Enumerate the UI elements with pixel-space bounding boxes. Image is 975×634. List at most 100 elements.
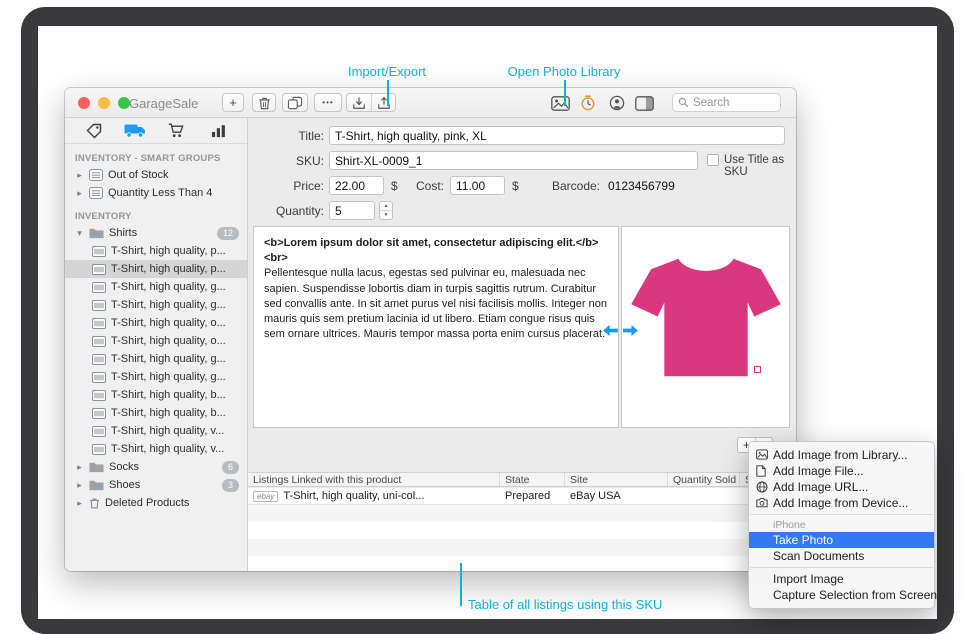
sidebar-item-product[interactable]: T-Shirt, high quality, g...	[65, 278, 247, 296]
annotation-line-listings	[460, 563, 462, 606]
title-label: Title:	[248, 129, 324, 143]
listing-site: eBay USA	[565, 488, 668, 504]
menu-item-import-image[interactable]: Import Image	[749, 571, 934, 587]
add-item-button[interactable]: +	[222, 93, 244, 112]
sidebar-folder-shirts[interactable]: ▾ Shirts 12	[65, 224, 247, 242]
sidebar-item-label: T-Shirt, high quality, o...	[111, 335, 226, 347]
title-input[interactable]	[329, 126, 785, 145]
smart-groups-header: INVENTORY - SMART GROUPS	[65, 150, 247, 166]
menu-item-label: Add Image from Library...	[773, 448, 908, 462]
sidebar-item-quantity-less-than-4[interactable]: ▸ Quantity Less Than 4	[65, 184, 247, 202]
chevron-down-icon[interactable]: ▾	[75, 228, 84, 239]
menu-item-add-from-device[interactable]: Add Image from Device...	[749, 495, 934, 511]
more-actions-button[interactable]: •••	[314, 93, 342, 112]
search-input[interactable]	[693, 97, 773, 109]
description-editor[interactable]: <b>Lorem ipsum dolor sit amet, consectet…	[253, 226, 619, 428]
close-button[interactable]	[78, 97, 90, 109]
ellipsis-icon: •••	[322, 98, 333, 107]
menu-item-add-url[interactable]: Add Image URL...	[749, 479, 934, 495]
import-button[interactable]	[347, 94, 371, 111]
inventory-header: INVENTORY	[65, 208, 247, 224]
barcode-item-icon	[92, 408, 106, 419]
menu-item-add-from-library[interactable]: Add Image from Library...	[749, 447, 934, 463]
sidebar-item-label: Out of Stock	[108, 169, 169, 181]
column-header-quantity-sold[interactable]: Quantity Sold	[668, 473, 740, 486]
cost-input[interactable]	[450, 176, 505, 195]
sku-label: SKU:	[248, 154, 324, 168]
tab-orders[interactable]	[162, 121, 192, 141]
sidebar-item-product[interactable]: T-Shirt, high quality, o...	[65, 314, 247, 332]
toggle-inspector-button[interactable]	[632, 94, 656, 112]
column-header-site[interactable]: Site	[565, 473, 668, 486]
tab-inventory-active[interactable]	[120, 121, 150, 141]
menu-item-take-photo[interactable]: Take Photo	[749, 532, 934, 548]
sidebar-toggle-icon	[635, 96, 654, 111]
sidebar-item-label: Deleted Products	[105, 497, 189, 509]
product-image-panel[interactable]	[621, 226, 790, 428]
use-title-as-sku-checkbox[interactable]	[707, 154, 719, 166]
quantity-input[interactable]	[329, 201, 375, 220]
folder-icon	[89, 227, 104, 239]
stepper-up-icon[interactable]: ▲	[380, 202, 392, 211]
listing-title: T-Shirt, high quality, uni-col...	[283, 490, 424, 502]
menu-item-label: Scan Documents	[773, 549, 864, 563]
sidebar-item-product[interactable]: T-Shirt, high quality, o...	[65, 332, 247, 350]
arrow-left-icon	[603, 324, 618, 337]
chevron-right-icon[interactable]: ▸	[75, 170, 84, 181]
column-header-state[interactable]: State	[500, 473, 565, 486]
sidebar-item-product[interactable]: T-Shirt, high quality, g...	[65, 368, 247, 386]
export-button[interactable]	[371, 94, 395, 111]
sidebar-item-product[interactable]: T-Shirt, high quality, b...	[65, 386, 247, 404]
chart-icon	[211, 124, 226, 138]
image-resize-handle[interactable]	[754, 366, 761, 373]
cost-label: Cost:	[368, 179, 444, 193]
contacts-button[interactable]	[605, 94, 629, 112]
sidebar-item-deleted-products[interactable]: ▸ Deleted Products	[65, 494, 247, 512]
sidebar-item-product[interactable]: T-Shirt, high quality, v...	[65, 440, 247, 458]
empty-row	[248, 556, 796, 571]
empty-row	[248, 539, 796, 556]
sidebar-folder-shoes[interactable]: ▸ Shoes 3	[65, 476, 247, 494]
sidebar-item-product[interactable]: T-Shirt, high quality, p...	[65, 242, 247, 260]
sku-input[interactable]	[329, 151, 698, 170]
sidebar-folder-socks[interactable]: ▸ Socks 6	[65, 458, 247, 476]
quantity-stepper[interactable]: ▲ ▼	[379, 201, 393, 220]
price-label: Price:	[248, 179, 324, 193]
camera-device-icon	[756, 497, 768, 508]
barcode-item-icon	[92, 300, 106, 311]
main-panel: Title: SKU: Use Title as SKU Price: $ Co…	[248, 118, 796, 571]
chevron-right-icon[interactable]: ▸	[75, 480, 84, 491]
stepper-down-icon[interactable]: ▼	[380, 211, 392, 219]
menu-item-add-file[interactable]: Add Image File...	[749, 463, 934, 479]
search-field[interactable]	[672, 93, 781, 112]
open-photo-library-button[interactable]	[548, 94, 572, 112]
chevron-right-icon[interactable]: ▸	[75, 188, 84, 199]
titlebar: GarageSale + •••	[65, 88, 796, 118]
delete-button[interactable]	[252, 93, 276, 112]
tab-statistics[interactable]	[203, 121, 233, 141]
quantity-label: Quantity:	[248, 204, 324, 218]
photo-icon	[756, 449, 768, 460]
chevron-right-icon[interactable]: ▸	[75, 462, 84, 473]
minimize-button[interactable]	[98, 97, 110, 109]
listing-row[interactable]: ebay T-Shirt, high quality, uni-col... P…	[248, 488, 796, 505]
duplicate-button[interactable]	[282, 93, 308, 112]
menu-separator	[750, 567, 933, 568]
menu-item-capture-selection[interactable]: Capture Selection from Screen	[749, 587, 934, 603]
sidebar-item-label: T-Shirt, high quality, g...	[111, 371, 226, 383]
count-badge: 6	[222, 461, 239, 474]
column-header-product[interactable]: Listings Linked with this product	[248, 473, 500, 486]
scheduler-clock-button[interactable]	[576, 94, 600, 112]
chevron-right-icon[interactable]: ▸	[75, 498, 84, 509]
barcode-item-icon	[92, 336, 106, 347]
sidebar-item-product-selected[interactable]: T-Shirt, high quality, p...	[65, 260, 247, 278]
annotation-listings-table: Table of all listings using this SKU	[468, 597, 662, 612]
sidebar-item-out-of-stock[interactable]: ▸ Out of Stock	[65, 166, 247, 184]
barcode-item-icon	[92, 282, 106, 293]
sidebar-item-product[interactable]: T-Shirt, high quality, b...	[65, 404, 247, 422]
sidebar-item-product[interactable]: T-Shirt, high quality, g...	[65, 350, 247, 368]
sidebar-item-product[interactable]: T-Shirt, high quality, v...	[65, 422, 247, 440]
sidebar-item-product[interactable]: T-Shirt, high quality, g...	[65, 296, 247, 314]
menu-item-scan-documents[interactable]: Scan Documents	[749, 548, 934, 564]
tab-tags[interactable]	[79, 121, 109, 141]
